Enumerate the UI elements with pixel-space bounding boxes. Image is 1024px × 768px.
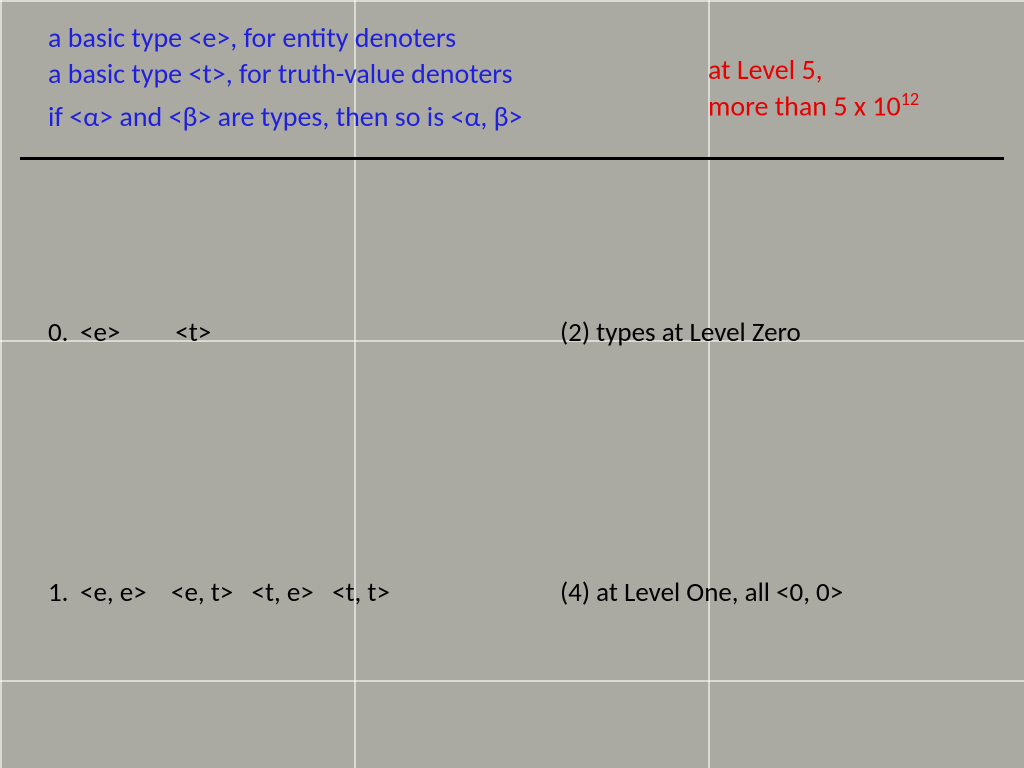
level-0-note: (2) types at Level Zero xyxy=(560,316,990,351)
header-line-3: if <α> and <β> are types, then so is <α,… xyxy=(48,99,522,135)
header-line-1: a basic type <e>, for entity denoters xyxy=(48,20,522,56)
header-line-2: a basic type <t>, for truth-value denote… xyxy=(48,56,522,92)
divider xyxy=(20,157,1004,160)
red-note-line1: at Level 5, xyxy=(708,52,919,88)
slide: a basic type <e>, for entity denoters a … xyxy=(0,0,1024,768)
body-block: 0.<e> <t> (2) types at Level Zero 1.<e, … xyxy=(48,178,990,768)
red-note-line2: more than 5 x 1012 xyxy=(708,88,919,125)
level-1-row: 1.<e, e> <e, t> <t, e> <t, t> (4) at Lev… xyxy=(48,576,990,611)
level-1-note: (4) at Level One, all <0, 0> xyxy=(560,576,990,611)
header-block: a basic type <e>, for entity denoters a … xyxy=(48,20,522,135)
level-0-row: 0.<e> <t> (2) types at Level Zero xyxy=(48,316,990,351)
red-note: at Level 5, more than 5 x 1012 xyxy=(708,52,919,125)
